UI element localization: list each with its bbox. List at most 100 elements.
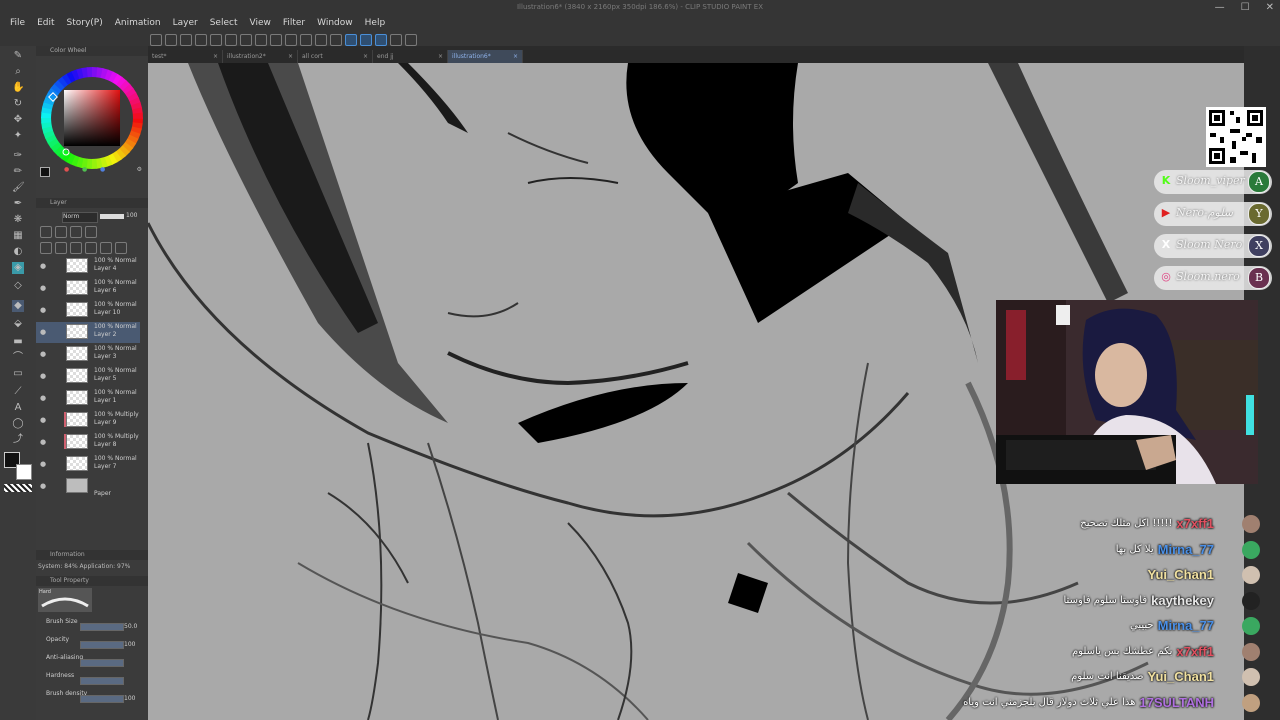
menu-view[interactable]: View xyxy=(243,14,276,32)
color-wheel[interactable] xyxy=(40,66,146,178)
layer-row[interactable]: ● 100 % Normal Layer 6 xyxy=(36,278,140,299)
lock-icon[interactable] xyxy=(40,226,52,238)
property-slider[interactable] xyxy=(80,641,124,649)
visibility-eye-icon[interactable]: ● xyxy=(40,482,46,490)
tab-close-icon[interactable]: × xyxy=(288,50,293,63)
active-eraser-icon[interactable]: ◆ xyxy=(12,300,24,312)
layer-row[interactable]: ● 100 % Normal Layer 10 xyxy=(36,300,140,321)
tab-close-icon[interactable]: × xyxy=(213,50,218,63)
zoom-icon[interactable]: ⌕ xyxy=(12,66,24,78)
new-layer-icon[interactable] xyxy=(40,242,52,254)
liquify-icon[interactable]: ◈ xyxy=(12,262,24,274)
visibility-eye-icon[interactable]: ● xyxy=(40,350,46,358)
menu-animation[interactable]: Animation xyxy=(109,14,167,32)
draft-icon[interactable] xyxy=(85,226,97,238)
layer-row[interactable]: ● 100 % Normal Layer 4 xyxy=(36,256,140,277)
minimize-icon[interactable]: — xyxy=(1215,2,1225,13)
new-vector-icon[interactable] xyxy=(55,242,67,254)
blend-mode-select[interactable]: Norm xyxy=(62,212,98,223)
open-icon[interactable] xyxy=(180,34,192,46)
balloon-icon[interactable]: ◯ xyxy=(12,418,24,430)
snap-grid-icon[interactable] xyxy=(375,34,387,46)
snap-ruler-icon[interactable] xyxy=(360,34,372,46)
visibility-eye-icon[interactable]: ● xyxy=(40,284,46,292)
figure-icon[interactable]: ⌒ xyxy=(12,352,24,364)
visibility-eye-icon[interactable]: ● xyxy=(40,306,46,314)
color-settings-icon[interactable]: ⚙ xyxy=(137,166,142,173)
clip-icon[interactable] xyxy=(55,226,67,238)
hand-icon[interactable]: ✋ xyxy=(12,82,24,94)
undo-icon[interactable] xyxy=(225,34,237,46)
tab-1[interactable]: illustration2* × xyxy=(223,50,298,63)
pattern-icon[interactable]: ▦ xyxy=(12,230,24,242)
visibility-eye-icon[interactable]: ● xyxy=(40,328,46,336)
print-icon[interactable] xyxy=(210,34,222,46)
opacity-slider[interactable] xyxy=(100,214,124,219)
menu-file[interactable]: File xyxy=(4,14,31,32)
tab-close-icon[interactable]: × xyxy=(513,50,518,63)
delete-layer-icon[interactable] xyxy=(115,242,127,254)
decoration-icon[interactable]: ❋ xyxy=(12,214,24,226)
brush-icon[interactable]: 🖌 xyxy=(12,182,25,194)
property-value[interactable]: 50.0 xyxy=(124,623,137,630)
menu-storyp[interactable]: Story(P) xyxy=(61,14,109,32)
navigator-icon[interactable] xyxy=(150,34,162,46)
sub-color-swatch[interactable] xyxy=(16,464,32,480)
layer-row[interactable]: ● 100 % Normal Layer 1 xyxy=(36,388,140,409)
tab-close-icon[interactable]: × xyxy=(363,50,368,63)
layer-row[interactable]: ● 100 % Multiply Layer 8 xyxy=(36,432,140,453)
crop-icon[interactable] xyxy=(315,34,327,46)
menu-filter[interactable]: Filter xyxy=(277,14,311,32)
tab-close-icon[interactable]: × xyxy=(438,50,443,63)
invert-icon[interactable] xyxy=(285,34,297,46)
blend-icon[interactable]: ◐ xyxy=(12,246,24,258)
show-ruler-icon[interactable] xyxy=(390,34,402,46)
property-slider[interactable] xyxy=(80,623,124,631)
visibility-eye-icon[interactable]: ● xyxy=(40,416,46,424)
new-icon[interactable] xyxy=(165,34,177,46)
tab-2[interactable]: all cort × xyxy=(298,50,373,63)
property-slider[interactable] xyxy=(80,659,124,667)
correction-icon[interactable]: ⤴ xyxy=(12,434,24,446)
menu-select[interactable]: Select xyxy=(204,14,244,32)
tab-0[interactable]: test* × xyxy=(148,50,223,63)
pencil-icon[interactable]: ✏ xyxy=(12,166,24,178)
visibility-eye-icon[interactable]: ● xyxy=(40,262,46,270)
eyedropper-icon[interactable]: ✑ xyxy=(12,150,24,162)
layer-row[interactable]: ● 100 % Normal Layer 7 xyxy=(36,454,140,475)
move-icon[interactable]: ✥ xyxy=(12,114,24,126)
visibility-eye-icon[interactable]: ● xyxy=(40,438,46,446)
frame-icon[interactable]: ▭ xyxy=(12,368,24,380)
airbrush-icon[interactable]: ✒ xyxy=(12,198,24,210)
property-slider[interactable] xyxy=(80,677,124,685)
tab-4[interactable]: illustration6* × xyxy=(448,50,523,63)
merge-icon[interactable] xyxy=(85,242,97,254)
new-folder-icon[interactable] xyxy=(70,242,82,254)
redo-icon[interactable] xyxy=(240,34,252,46)
pen-icon[interactable]: ✎ xyxy=(12,50,24,62)
visibility-eye-icon[interactable]: ● xyxy=(40,394,46,402)
maximize-icon[interactable]: ☐ xyxy=(1241,2,1250,13)
menu-window[interactable]: Window xyxy=(311,14,359,32)
fill-icon[interactable]: ⬙ xyxy=(12,318,24,330)
menu-help[interactable]: Help xyxy=(359,14,392,32)
settings-icon[interactable] xyxy=(405,34,417,46)
deselect-icon[interactable] xyxy=(270,34,282,46)
save-icon[interactable] xyxy=(195,34,207,46)
layer-row[interactable]: ● Paper xyxy=(36,476,140,497)
property-slider[interactable] xyxy=(80,695,124,703)
close-icon[interactable]: ✕ xyxy=(1266,2,1274,13)
layer-row[interactable]: ● 100 % Normal Layer 5 xyxy=(36,366,140,387)
text-icon[interactable]: A xyxy=(12,402,24,414)
reference-icon[interactable] xyxy=(70,226,82,238)
tab-3[interactable]: end jj × xyxy=(373,50,448,63)
ruler-icon[interactable]: ⟋ xyxy=(12,386,24,398)
property-value[interactable]: 100 xyxy=(124,641,135,648)
opacity-value[interactable]: 100 xyxy=(126,212,137,219)
gradient-icon[interactable]: ▬ xyxy=(12,336,24,348)
selection-icon[interactable] xyxy=(300,34,312,46)
menu-layer[interactable]: Layer xyxy=(167,14,204,32)
select-icon[interactable]: ✦ xyxy=(12,130,24,142)
brush-preview[interactable]: Hard xyxy=(38,588,92,612)
property-value[interactable]: 100 xyxy=(124,695,135,702)
